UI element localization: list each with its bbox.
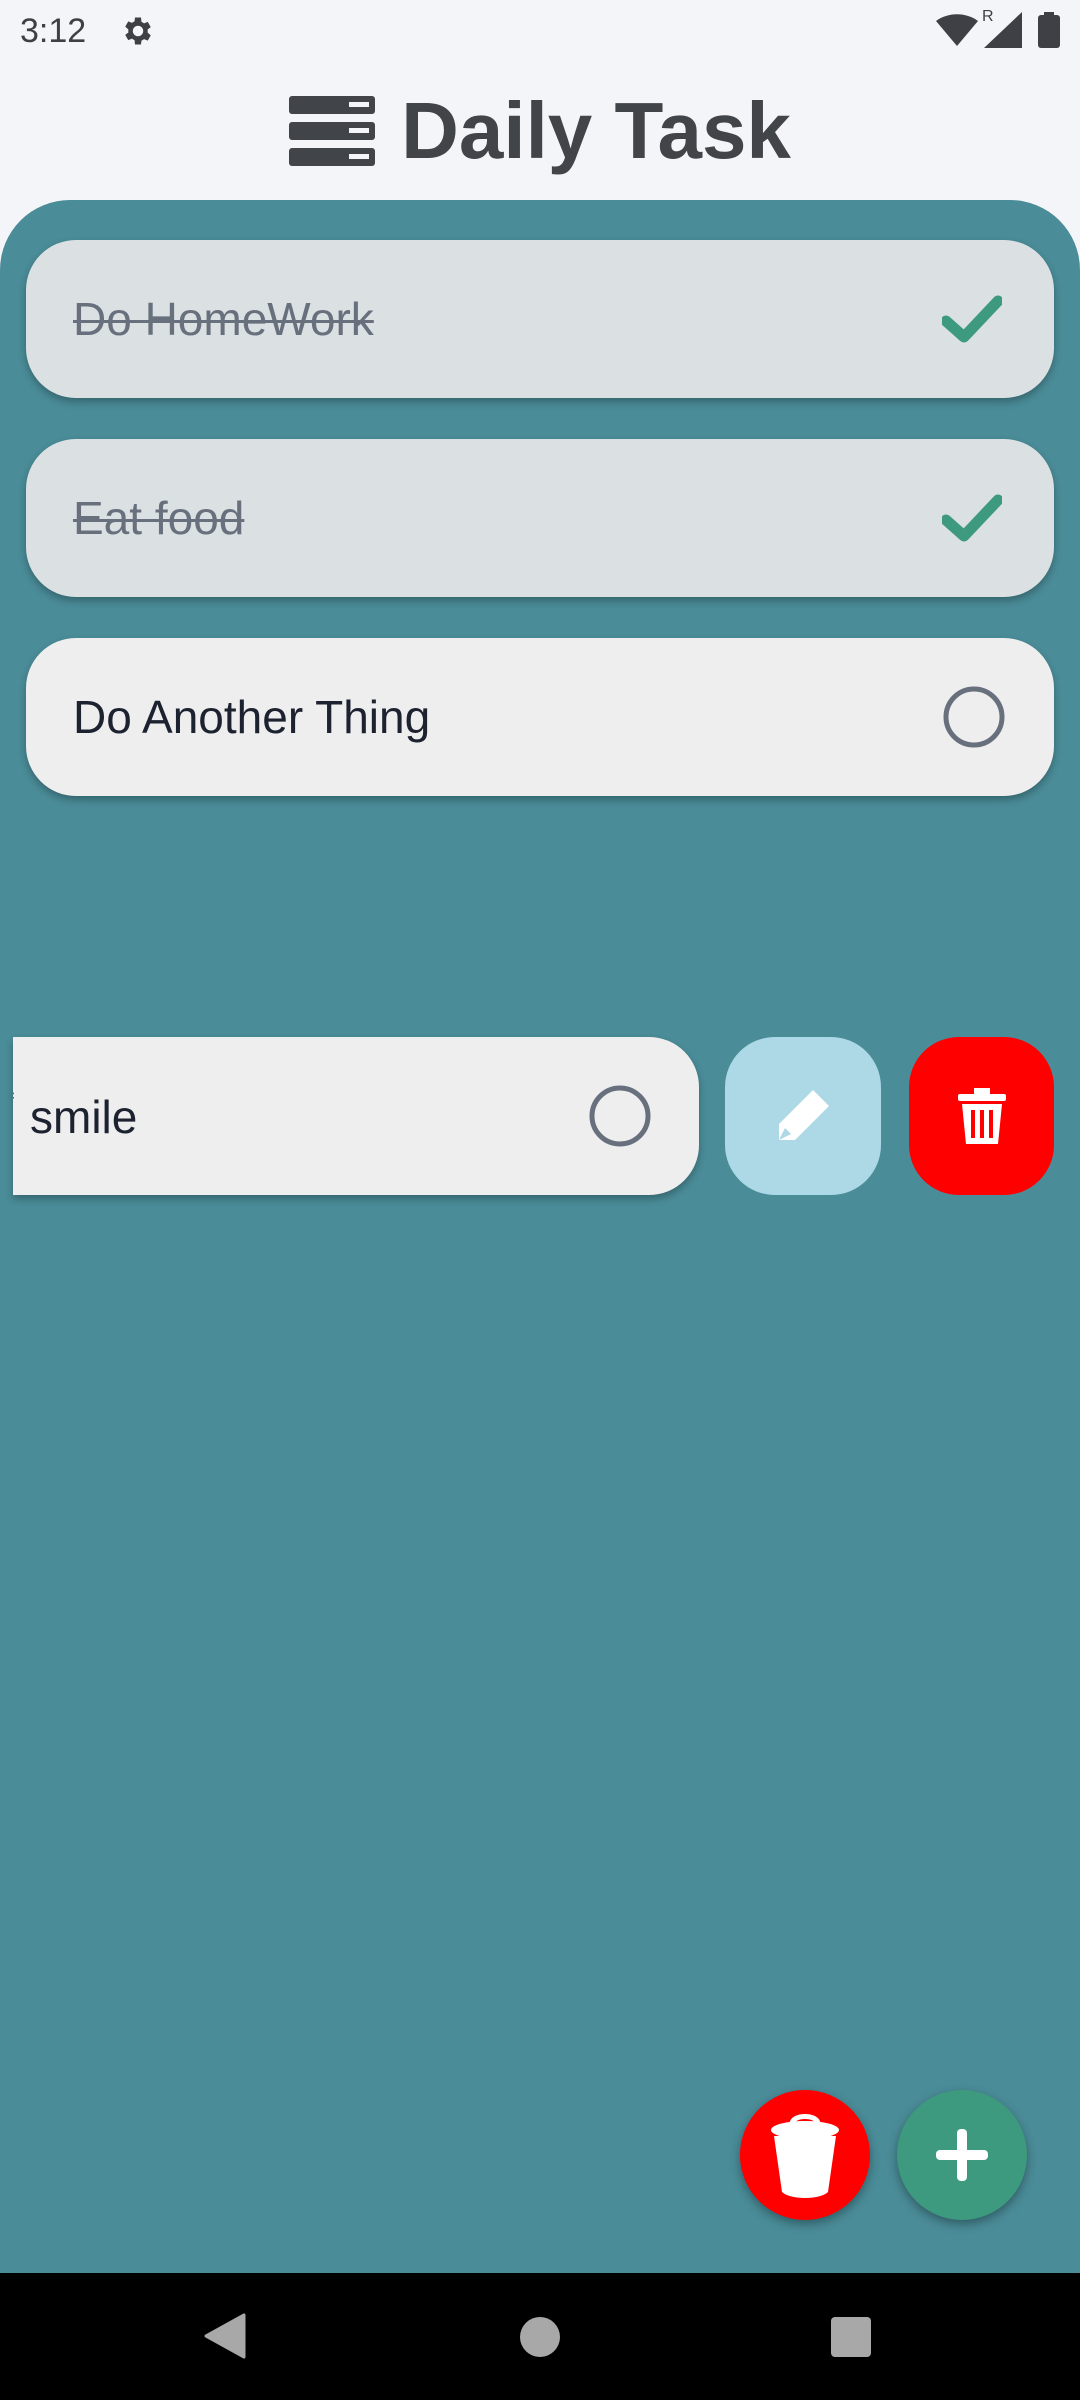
recents-icon[interactable] [831,2317,871,2357]
task-label: Do Another Thing [73,691,431,743]
app-title: Daily Task [401,86,791,175]
trash-icon [957,1088,1006,1144]
edit-task-button[interactable] [725,1037,881,1195]
clear-all-button[interactable] [740,2090,870,2220]
task-label: smile [30,1091,138,1143]
task-list-logo-icon [289,96,376,166]
task-list-panel: Do HomeWork Eat food Do Another Thing f … [0,200,1080,2273]
task-label: Eat food [73,492,245,544]
status-bar: 3:12 R [0,0,1080,62]
circle-icon[interactable] [942,685,1006,749]
status-time: 3:12 [20,12,87,50]
app-header: Daily Task [0,62,1080,200]
wifi-icon [936,14,978,46]
task-item[interactable]: Eat food [26,439,1054,597]
task-item[interactable]: Do Another Thing [26,638,1054,796]
delete-task-button[interactable] [909,1037,1054,1195]
pencil-icon [779,1090,829,1140]
task-label: Do HomeWork [73,293,374,345]
plus-icon [936,2129,988,2181]
circle-icon[interactable] [588,1084,652,1148]
system-navigation-bar [0,2273,1080,2400]
task-label-fragment: f [13,1089,14,1117]
check-icon[interactable] [942,295,1002,343]
home-icon[interactable] [520,2317,560,2357]
cell-signal-icon [984,12,1022,48]
back-icon[interactable] [204,2313,246,2359]
add-task-button[interactable] [897,2090,1027,2220]
settings-gear-icon [125,17,151,45]
check-icon[interactable] [942,494,1002,542]
battery-icon [1038,12,1060,48]
task-item-swiped[interactable]: f smile [13,1037,699,1195]
task-item[interactable]: Do HomeWork [26,240,1054,398]
trash-bin-icon [771,2114,839,2198]
